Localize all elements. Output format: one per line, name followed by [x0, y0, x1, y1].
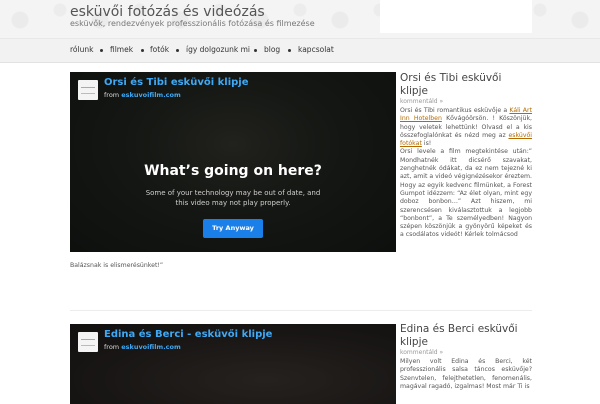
post-title[interactable]: Edina és Berci esküvői klipje	[400, 323, 532, 348]
post-excerpt: Milyen volt Edina és Berci, két professz…	[400, 358, 532, 390]
post-title[interactable]: Orsi és Tibi esküvői klipje	[400, 72, 532, 97]
video-warning-text: Some of your technology may be out of da…	[145, 189, 321, 207]
video-player-2[interactable]: Edina és Berci - esküvői klipje from esk…	[70, 324, 396, 404]
video-warning-heading: What’s going on here?	[144, 163, 322, 179]
nav-item-igy-dolgozunk-mi[interactable]: így dolgozunk mi	[186, 45, 250, 54]
post-text: Orsi levele a film megtekintése után:” M…	[400, 148, 532, 239]
comment-link[interactable]: kommentáld »	[400, 349, 532, 356]
excerpt-fade	[400, 244, 532, 260]
video-player-1[interactable]: Orsi és Tibi esküvői klipje from eskuvoi…	[70, 72, 396, 252]
nav-bullet-icon	[288, 49, 291, 52]
post-summary-2: Edina és Berci esküvői klipje kommentáld…	[400, 323, 532, 391]
post-text: Orsi és Tibi romantikus esküvője a	[400, 107, 508, 114]
nav-item-kapcsolat[interactable]: kapcsolat	[298, 45, 334, 54]
channel-logo-icon[interactable]	[78, 80, 98, 100]
site-tagline: esküvők, rendezvények professzionális fo…	[70, 19, 315, 28]
post-summary-1: Orsi és Tibi esküvői klipje kommentáld »…	[400, 72, 532, 240]
video-byline: from eskuvoifilm.com	[104, 91, 181, 99]
main-nav: rólunk filmek fotók így dolgozunk mi blo…	[0, 38, 600, 63]
video-title[interactable]: Edina és Berci - esküvői klipje	[104, 329, 272, 340]
channel-logo-icon[interactable]	[78, 332, 98, 352]
video-channel-link[interactable]: eskuvoifilm.com	[121, 343, 181, 351]
nav-item-rolunk[interactable]: rólunk	[70, 45, 93, 54]
video-byline: from eskuvoifilm.com	[104, 343, 181, 351]
post-text: is!	[423, 140, 432, 148]
site-title[interactable]: esküvői fotózás és videózás	[70, 4, 265, 20]
video-from-label: from	[104, 343, 120, 351]
post-excerpt: Orsi és Tibi romantikus esküvője a Káli …	[400, 107, 532, 240]
header-search-area[interactable]	[380, 0, 532, 33]
nav-bullet-icon	[176, 49, 179, 52]
video-channel-link[interactable]: eskuvoifilm.com	[121, 91, 181, 99]
nav-bullet-icon	[100, 49, 103, 52]
comment-link[interactable]: kommentáld »	[400, 98, 532, 105]
video-title[interactable]: Orsi és Tibi esküvői klipje	[104, 77, 249, 88]
nav-item-blog[interactable]: blog	[264, 45, 280, 54]
nav-bullet-icon	[141, 49, 144, 52]
nav-item-fotok[interactable]: fotók	[150, 45, 169, 54]
nav-bullet-icon	[254, 49, 257, 52]
video-from-label: from	[104, 91, 120, 99]
post-divider	[70, 310, 532, 311]
try-anyway-button[interactable]: Try Anyway	[203, 219, 263, 238]
post-tail-text: Balázsnak is elismerésünket!”	[70, 262, 164, 269]
nav-item-filmek[interactable]: filmek	[110, 45, 133, 54]
